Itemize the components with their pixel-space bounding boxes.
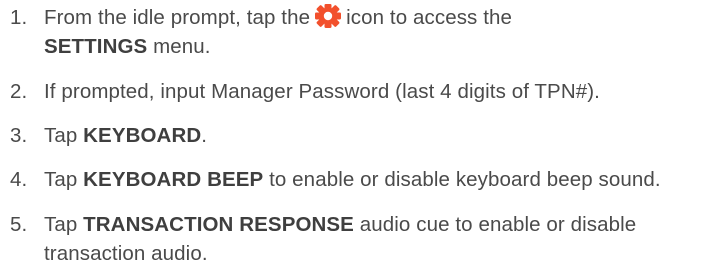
- step-text-part: menu.: [153, 35, 211, 58]
- step-text-part: From the idle prompt, tap the: [44, 6, 311, 29]
- step-text: From the idle prompt, tap the icon to ac…: [44, 3, 700, 61]
- step-number: 5.: [10, 213, 28, 236]
- step-text-part: Tap: [44, 168, 78, 191]
- step-number: 1.: [10, 6, 28, 29]
- step-5: 5. Tap TRANSACTION RESPONSE audio cue to…: [0, 210, 700, 268]
- step-text-part: Tap: [44, 213, 78, 236]
- step-number: 3.: [10, 124, 28, 147]
- step-keyword: KEYBOARD: [83, 124, 202, 147]
- step-text-part: Tap: [44, 124, 78, 147]
- step-1: 1. From the idle prompt, tap the icon to…: [0, 3, 700, 61]
- step-2: 2. If prompted, input Manager Password (…: [0, 77, 700, 106]
- step-keyword: TRANSACTION RESPONSE: [83, 213, 354, 236]
- step-text: Tap TRANSACTION RESPONSE audio cue to en…: [44, 210, 700, 268]
- settings-gear-icon: [314, 3, 342, 29]
- step-text: If prompted, input Manager Password (las…: [44, 80, 600, 103]
- step-text-part: .: [201, 124, 208, 147]
- step-text: Tap KEYBOARD BEEP to enable or disable k…: [44, 165, 700, 194]
- step-keyword: KEYBOARD BEEP: [83, 168, 264, 191]
- step-text-part: to enable or disable keyboard beep sound…: [269, 168, 661, 191]
- step-number: 4.: [10, 168, 28, 191]
- step-text-part: icon to access the: [346, 6, 512, 29]
- step-4: 4. Tap KEYBOARD BEEP to enable or disabl…: [0, 165, 700, 194]
- step-number: 2.: [10, 80, 28, 103]
- step-keyword: SETTINGS: [44, 35, 148, 58]
- step-text: Tap KEYBOARD.: [44, 121, 700, 150]
- step-3: 3. Tap KEYBOARD.: [0, 121, 700, 150]
